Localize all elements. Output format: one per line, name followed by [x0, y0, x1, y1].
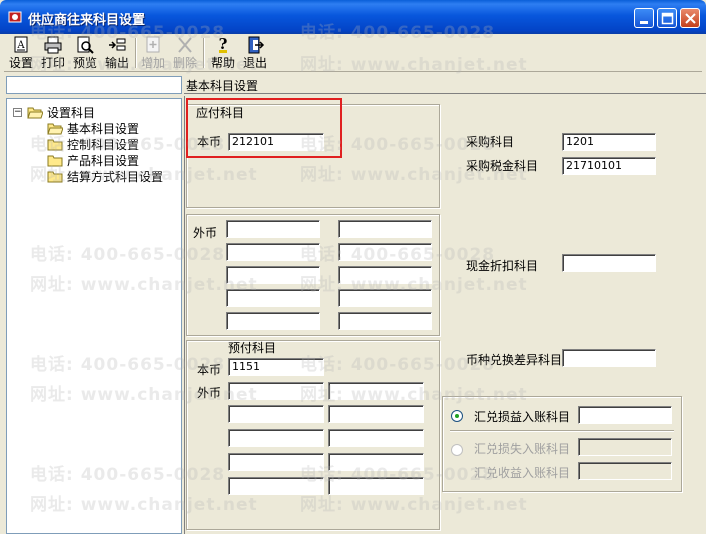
app-icon [8, 11, 22, 23]
print-label: 打印 [40, 56, 65, 70]
fx-diff-field[interactable] [562, 349, 656, 367]
exit-icon [248, 36, 265, 54]
minimize-icon [640, 21, 648, 24]
exchange-loss-label: 汇兑损失入账科目 [474, 442, 571, 456]
print-button[interactable]: 打印 [38, 36, 68, 70]
payable-foreign-label: 外币 [193, 226, 218, 240]
open-folder-icon [27, 107, 43, 119]
exchange-gain-label: 汇兑收益入账科目 [474, 466, 571, 480]
purchase-field[interactable]: 1201 [562, 133, 656, 151]
tree-item-label: 控制科目设置 [67, 138, 140, 152]
panel-caption: 基本科目设置 [186, 79, 259, 93]
delete-label: 删除 [172, 56, 197, 70]
prepaid-foreign-field[interactable] [328, 477, 424, 495]
purchase-tax-field[interactable]: 21710101 [562, 157, 656, 175]
payable-foreign-field[interactable] [226, 243, 320, 261]
purchase-label: 采购科目 [466, 135, 515, 149]
window-title: 供应商往来科目设置 [28, 13, 146, 28]
payable-foreign-field[interactable] [338, 266, 432, 284]
folder-icon [47, 155, 63, 167]
prepaid-foreign-field[interactable] [228, 453, 324, 471]
delete-icon [178, 37, 192, 53]
settings-icon: A [14, 36, 28, 53]
minimize-button[interactable] [634, 8, 654, 28]
payable-foreign-field[interactable] [226, 312, 320, 330]
payable-foreign-field[interactable] [338, 289, 432, 307]
export-button[interactable]: 输出 [102, 36, 132, 70]
payable-foreign-field[interactable] [338, 312, 432, 330]
toolbar-separator [203, 38, 205, 68]
add-label: 增加 [140, 56, 165, 70]
exit-button[interactable]: 退出 [240, 36, 270, 70]
settings-tree[interactable]: − 设置科目 基本科目设置 控制科目设置 产品科目设置 结算方式科目设置 [6, 98, 182, 534]
tree-item-label: 结算方式科目设置 [67, 170, 164, 184]
prepaid-base-field[interactable]: 1151 [228, 358, 324, 376]
open-folder-icon [47, 123, 63, 135]
prepaid-foreign-field[interactable] [328, 429, 424, 447]
highlight-box [186, 98, 342, 158]
fx-diff-label: 币种兑换差异科目 [466, 353, 563, 367]
payable-foreign-field[interactable] [226, 266, 320, 284]
prepaid-title: 预付科目 [228, 341, 277, 355]
toolbar: A 设置 打印 预览 输出 增加 删除 ? 帮助 退出 [4, 34, 702, 72]
prepaid-foreign-label: 外币 [197, 386, 222, 400]
exchange-gainloss-label: 汇兑损益入账科目 [474, 410, 571, 424]
exit-label: 退出 [242, 56, 267, 70]
exchange-loss-radio[interactable] [451, 444, 463, 456]
export-label: 输出 [104, 56, 129, 70]
printer-icon [44, 36, 62, 54]
payable-foreign-field[interactable] [226, 220, 320, 238]
help-icon: ? [219, 36, 228, 53]
close-icon [685, 13, 696, 24]
prepaid-foreign-field[interactable] [328, 405, 424, 423]
options-divider [450, 430, 674, 432]
exchange-loss-field[interactable] [578, 438, 672, 456]
toolbar-separator [135, 38, 137, 68]
delete-button[interactable]: 删除 [170, 36, 200, 70]
help-label: 帮助 [210, 56, 235, 70]
cash-discount-field[interactable] [562, 254, 656, 272]
prepaid-base-label: 本币 [197, 363, 222, 377]
prepaid-foreign-field[interactable] [228, 477, 324, 495]
main-window: 供应商往来科目设置 A 设置 打印 预览 输出 增加 删除 ? 帮助 退出 − … [0, 0, 706, 534]
exchange-gain-field[interactable] [578, 462, 672, 480]
payable-foreign-field[interactable] [338, 243, 432, 261]
payable-foreign-field[interactable] [226, 289, 320, 307]
payable-foreign-field[interactable] [338, 220, 432, 238]
prepaid-foreign-field[interactable] [228, 429, 324, 447]
settings-button[interactable]: A 设置 [6, 36, 36, 70]
svg-text:A: A [16, 40, 25, 51]
maximize-icon [661, 12, 674, 25]
preview-icon [77, 36, 94, 54]
title-bar[interactable]: 供应商往来科目设置 [0, 0, 706, 34]
collapse-icon[interactable]: − [13, 108, 22, 117]
settings-label: 设置 [8, 56, 33, 70]
folder-icon [47, 139, 63, 151]
panel-header: 基本科目设置 [184, 76, 706, 94]
maximize-button[interactable] [657, 8, 677, 28]
help-button[interactable]: ? 帮助 [208, 36, 238, 70]
add-icon [146, 36, 160, 53]
purchase-tax-label: 采购税金科目 [466, 159, 539, 173]
prepaid-foreign-field[interactable] [328, 453, 424, 471]
preview-button[interactable]: 预览 [70, 36, 100, 70]
preview-label: 预览 [72, 56, 97, 70]
tree-root-label: 设置科目 [47, 106, 96, 120]
prepaid-foreign-field[interactable] [328, 382, 424, 400]
exchange-gainloss-field[interactable] [578, 406, 672, 424]
close-button[interactable] [680, 8, 700, 28]
tree-item-label: 基本科目设置 [67, 122, 140, 136]
tree-header [6, 76, 182, 94]
prepaid-foreign-field[interactable] [228, 382, 324, 400]
prepaid-foreign-field[interactable] [228, 405, 324, 423]
cash-discount-label: 现金折扣科目 [466, 259, 539, 273]
add-button[interactable]: 增加 [138, 36, 168, 70]
tree-item-label: 产品科目设置 [67, 154, 140, 168]
export-icon [109, 38, 126, 51]
folder-icon [47, 171, 63, 183]
exchange-gainloss-radio[interactable] [451, 410, 463, 422]
